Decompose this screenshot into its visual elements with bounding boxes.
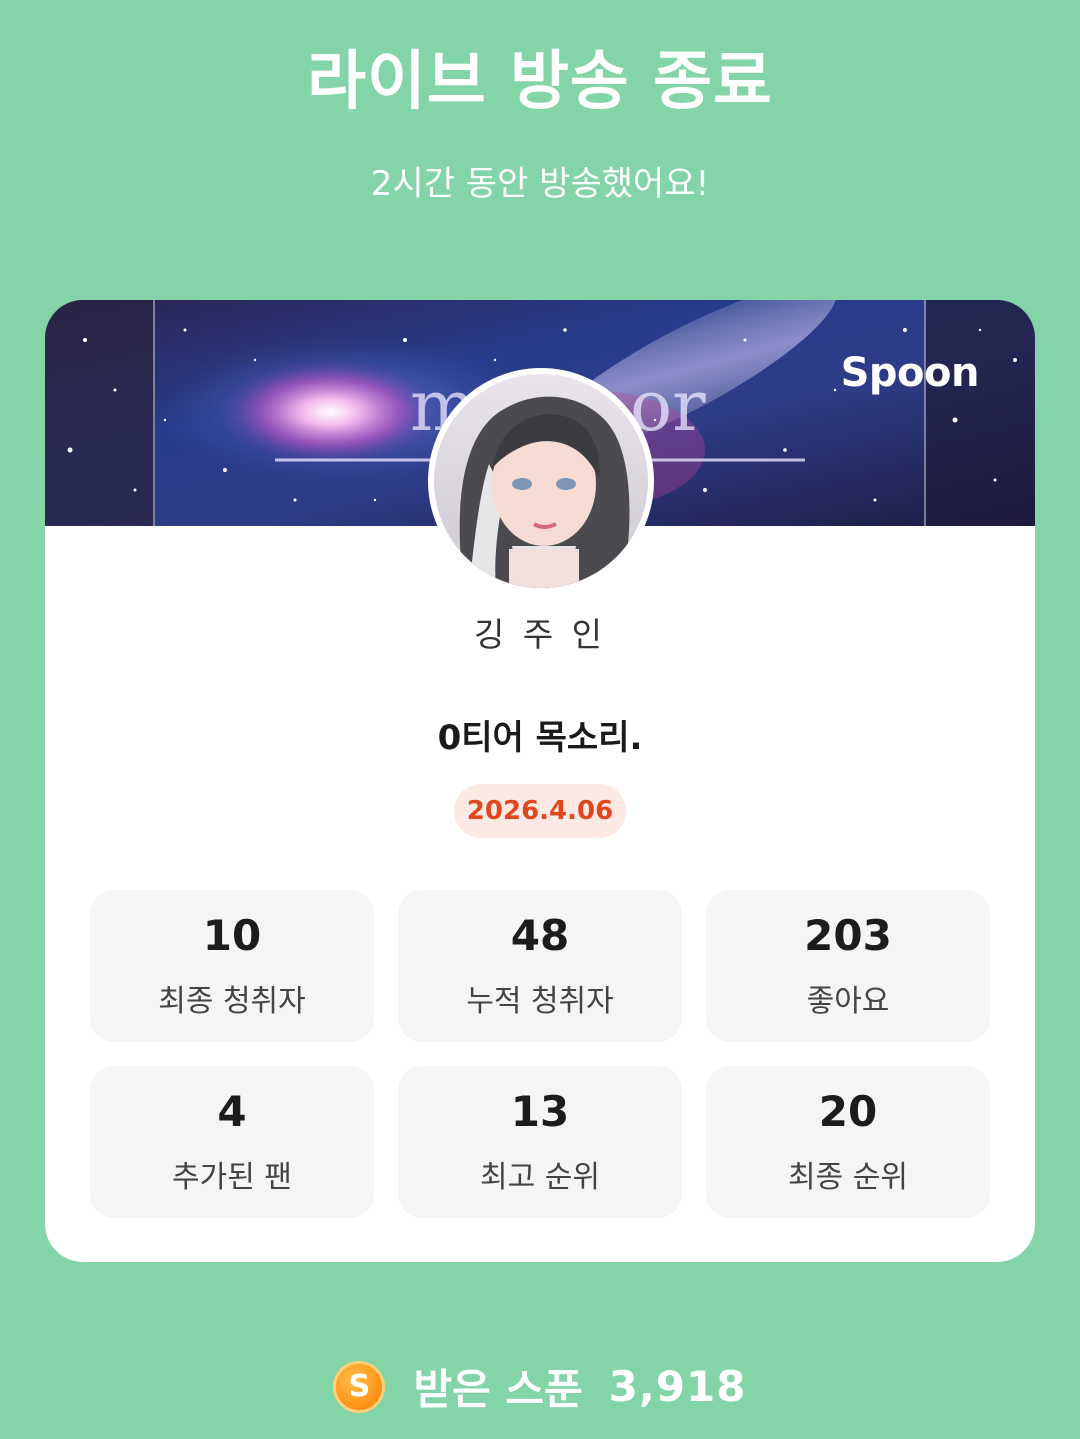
- spoon-coin-icon: S: [333, 1360, 386, 1413]
- host-name[interactable]: 깅 주 인: [45, 608, 1035, 656]
- stat-value: 10: [202, 911, 262, 960]
- stat-label: 누적 청취자: [466, 984, 614, 1019]
- broadcast-duration: 2시간 동안 방송했어요!: [370, 164, 710, 204]
- stat-value: 20: [818, 1087, 878, 1136]
- stat-value: 4: [217, 1087, 247, 1136]
- host-avatar[interactable]: [428, 368, 654, 594]
- live-title: 0티어 목소리.: [437, 718, 643, 758]
- received-spoons-label: 받은 스푼: [413, 1365, 583, 1414]
- stat-value: 13: [510, 1087, 570, 1136]
- stat-label: 최종 순위: [788, 1160, 908, 1195]
- page-title: 라이브 방송 종료: [307, 45, 773, 119]
- stat-label: 좋아요: [806, 984, 890, 1019]
- live-summary-card: m or Spoon 깅 주 인 0티어 목소리. 2026.4.06 10 최…: [45, 300, 1035, 1262]
- live-end-screen: 라이브 방송 종료 2시간 동안 방송했어요! m or Spoon 깅 주 인…: [0, 0, 1080, 1439]
- stat-label: 최종 청취자: [158, 984, 306, 1019]
- stat-final-listeners: 10 최종 청취자: [90, 890, 374, 1042]
- stat-value: 203: [804, 911, 892, 960]
- received-spoons-value: 3,918: [608, 1362, 747, 1411]
- stat-total-listeners: 48 누적 청취자: [398, 890, 682, 1042]
- stat-value: 48: [510, 911, 570, 960]
- broadcast-date-badge: 2026.4.06: [454, 784, 626, 838]
- stat-final-rank: 20 최종 순위: [706, 1066, 990, 1218]
- avatar-portrait-image: [434, 374, 648, 588]
- spoon-logo: Spoon: [840, 350, 980, 396]
- stat-likes: 203 좋아요: [706, 890, 990, 1042]
- stat-best-rank: 13 최고 순위: [398, 1066, 682, 1218]
- stat-label: 최고 순위: [480, 1160, 600, 1195]
- stats-grid: 10 최종 청취자 48 누적 청취자 203 좋아요 4 추가된 팬 13 최…: [90, 890, 990, 1218]
- received-spoons: S 받은 스푼 3,918: [0, 1356, 1080, 1417]
- stat-new-fans: 4 추가된 팬: [90, 1066, 374, 1218]
- stat-label: 추가된 팬: [172, 1160, 292, 1195]
